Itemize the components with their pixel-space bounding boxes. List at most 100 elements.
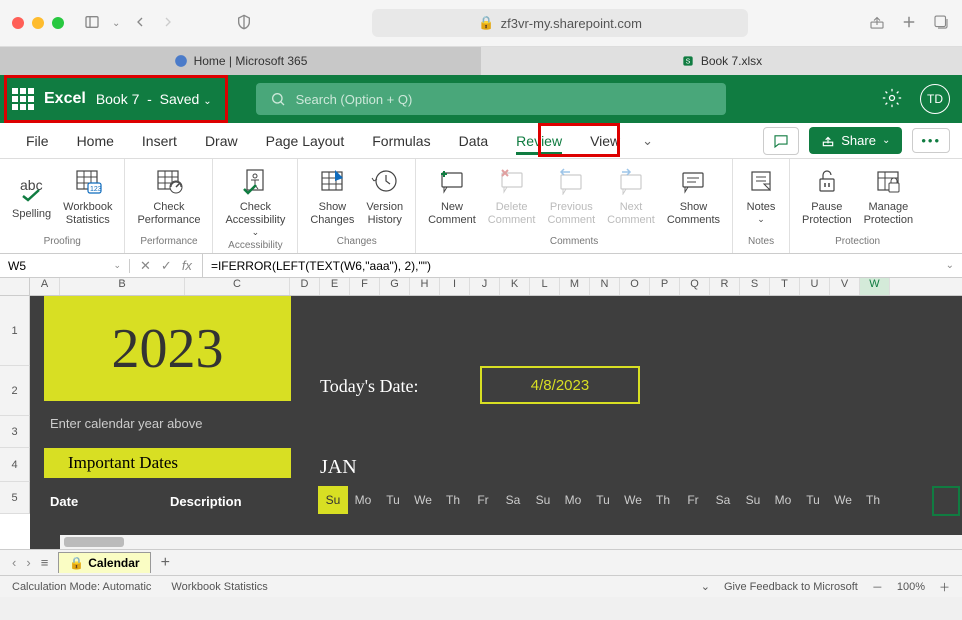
- col-header-F[interactable]: F: [350, 278, 380, 295]
- zoom-out-icon[interactable]: －: [872, 579, 883, 595]
- spreadsheet-grid[interactable]: ABCDEFGHIJKLMNOPQRSTUVW 12345 2023 Today…: [0, 278, 962, 549]
- user-avatar[interactable]: TD: [920, 84, 950, 114]
- col-header-H[interactable]: H: [410, 278, 440, 295]
- col-header-D[interactable]: D: [290, 278, 320, 295]
- tab-home[interactable]: Home: [63, 123, 128, 159]
- new-tab-icon[interactable]: [900, 13, 918, 34]
- row-header-5[interactable]: 5: [0, 482, 30, 514]
- chevron-down-icon[interactable]: ⌄: [634, 133, 661, 149]
- accept-formula-icon[interactable]: ✓: [161, 258, 172, 274]
- forward-icon[interactable]: [160, 14, 176, 33]
- sidebar-icon[interactable]: [84, 14, 100, 33]
- chevron-left-icon[interactable]: ‹: [12, 555, 16, 570]
- row-header-2[interactable]: 2: [0, 366, 30, 416]
- col-header-B[interactable]: B: [60, 278, 185, 295]
- notes-button[interactable]: Notes⌄: [741, 163, 781, 227]
- row-header-1[interactable]: 1: [0, 296, 30, 366]
- col-header-K[interactable]: K: [500, 278, 530, 295]
- spelling-button[interactable]: abc Spelling: [8, 163, 55, 229]
- col-header-O[interactable]: O: [620, 278, 650, 295]
- expand-formula-icon[interactable]: ⌄: [938, 260, 962, 271]
- workbook-stats-link[interactable]: Workbook Statistics: [171, 581, 267, 593]
- tab-data[interactable]: Data: [445, 123, 503, 159]
- col-header-G[interactable]: G: [380, 278, 410, 295]
- name-box[interactable]: W5⌄: [0, 259, 130, 273]
- chevron-down-icon[interactable]: ⌄: [112, 18, 120, 29]
- col-header-W[interactable]: W: [860, 278, 890, 295]
- sheet-content[interactable]: 2023 Today's Date: 4/8/2023 Enter calend…: [30, 296, 962, 549]
- tab-file[interactable]: File: [12, 123, 63, 159]
- tab-review[interactable]: Review: [502, 123, 576, 159]
- check-accessibility-button[interactable]: Check Accessibility⌄: [221, 163, 289, 240]
- col-header-A[interactable]: A: [30, 278, 60, 295]
- workbook-statistics-button[interactable]: 123 Workbook Statistics: [59, 163, 116, 229]
- chevron-down-icon[interactable]: ⌄: [701, 580, 710, 593]
- formula-input[interactable]: =IFERROR(LEFT(TEXT(W6,"aaa"), 2),""): [203, 259, 938, 273]
- show-changes-button[interactable]: Show Changes: [306, 163, 358, 229]
- col-header-I[interactable]: I: [440, 278, 470, 295]
- sheet-tab-calendar[interactable]: 🔒 Calendar: [58, 552, 150, 573]
- feedback-link[interactable]: Give Feedback to Microsoft: [724, 581, 858, 593]
- col-header-C[interactable]: C: [185, 278, 290, 295]
- shield-icon[interactable]: [236, 14, 252, 33]
- col-header-Q[interactable]: Q: [680, 278, 710, 295]
- col-header-N[interactable]: N: [590, 278, 620, 295]
- col-header-U[interactable]: U: [800, 278, 830, 295]
- settings-icon[interactable]: [882, 88, 902, 111]
- back-icon[interactable]: [132, 14, 148, 33]
- share-icon[interactable]: [868, 13, 886, 34]
- fx-icon[interactable]: fx: [182, 258, 192, 273]
- col-header-E[interactable]: E: [320, 278, 350, 295]
- zoom-in-icon[interactable]: ＋: [939, 579, 950, 595]
- new-comment-button[interactable]: New Comment: [424, 163, 480, 229]
- maximize-window-button[interactable]: [52, 17, 64, 29]
- share-button[interactable]: Share ⌄: [809, 127, 902, 154]
- browser-tab-home[interactable]: Home | Microsoft 365: [0, 47, 481, 75]
- document-name[interactable]: Book 7 - Saved ⌄: [96, 91, 212, 107]
- all-sheets-icon[interactable]: ≡: [41, 555, 49, 570]
- col-header-V[interactable]: V: [830, 278, 860, 295]
- comments-pane-button[interactable]: [763, 127, 799, 155]
- close-window-button[interactable]: [12, 17, 24, 29]
- share-icon: [821, 134, 835, 148]
- calc-mode: Calculation Mode: Automatic: [12, 581, 151, 593]
- col-header-P[interactable]: P: [650, 278, 680, 295]
- day-header: We: [828, 486, 858, 514]
- col-header-L[interactable]: L: [530, 278, 560, 295]
- tab-draw[interactable]: Draw: [191, 123, 252, 159]
- tab-formulas[interactable]: Formulas: [358, 123, 444, 159]
- tab-view[interactable]: View: [576, 123, 634, 159]
- today-date-cell[interactable]: 4/8/2023: [480, 366, 640, 404]
- manage-protection-button[interactable]: Manage Protection: [860, 163, 918, 229]
- check-performance-button[interactable]: Check Performance: [133, 163, 204, 229]
- tab-insert[interactable]: Insert: [128, 123, 191, 159]
- chevron-right-icon[interactable]: ›: [26, 555, 30, 570]
- add-sheet-icon[interactable]: +: [161, 554, 170, 572]
- show-comments-button[interactable]: Show Comments: [663, 163, 724, 229]
- col-header-R[interactable]: R: [710, 278, 740, 295]
- col-header-M[interactable]: M: [560, 278, 590, 295]
- col-header-J[interactable]: J: [470, 278, 500, 295]
- notes-group-label: Notes: [741, 236, 781, 249]
- tabs-icon[interactable]: [932, 13, 950, 34]
- url-bar[interactable]: 🔒 zf3vr-my.sharepoint.com: [372, 9, 748, 37]
- select-all-corner[interactable]: [0, 278, 30, 295]
- row-header-3[interactable]: 3: [0, 416, 30, 448]
- ribbon-group-accessibility: Check Accessibility⌄ Accessibility: [213, 159, 298, 253]
- row-header-4[interactable]: 4: [0, 448, 30, 482]
- minimize-window-button[interactable]: [32, 17, 44, 29]
- pause-protection-button[interactable]: Pause Protection: [798, 163, 856, 229]
- tab-page-layout[interactable]: Page Layout: [252, 123, 359, 159]
- col-header-S[interactable]: S: [740, 278, 770, 295]
- search-input[interactable]: Search (Option + Q): [256, 83, 726, 115]
- more-options-button[interactable]: •••: [912, 128, 950, 153]
- status-bar: Calculation Mode: Automatic Workbook Sta…: [0, 575, 962, 597]
- year-cell[interactable]: 2023: [44, 296, 291, 401]
- version-history-button[interactable]: Version History: [362, 163, 407, 229]
- app-launcher-icon[interactable]: [12, 88, 34, 110]
- cancel-formula-icon[interactable]: ✕: [140, 258, 151, 274]
- col-header-T[interactable]: T: [770, 278, 800, 295]
- browser-tab-book7[interactable]: S Book 7.xlsx: [481, 47, 962, 75]
- day-header: Th: [858, 486, 888, 514]
- horizontal-scrollbar[interactable]: [60, 535, 962, 549]
